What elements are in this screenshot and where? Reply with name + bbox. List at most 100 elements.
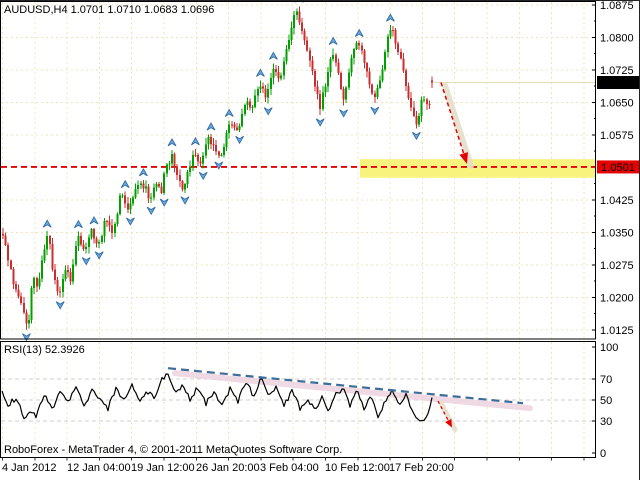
candle-body bbox=[51, 244, 53, 270]
candle-body bbox=[301, 22, 303, 31]
candle-body bbox=[200, 161, 202, 163]
fractal-down-icon bbox=[236, 136, 244, 143]
time-axis-label: 4 Jan 2012 bbox=[2, 462, 56, 474]
candle-body bbox=[174, 154, 176, 167]
candle-body bbox=[25, 313, 27, 324]
candle-body bbox=[148, 186, 150, 198]
candle-body bbox=[350, 58, 352, 72]
candle-body bbox=[171, 154, 173, 163]
fractal-up-icon bbox=[207, 123, 215, 130]
candle-body bbox=[340, 73, 342, 89]
candle-body bbox=[249, 102, 251, 108]
fractal-up-icon bbox=[386, 14, 394, 21]
chart-canvas: 1.08751.08001.07251.06501.05751.04251.03… bbox=[0, 1, 640, 480]
time-axis-label: 26 Jan 20:00 bbox=[196, 462, 260, 474]
fractal-up-icon bbox=[256, 69, 264, 76]
time-axis-label: 19 Jan 12:00 bbox=[131, 462, 195, 474]
candle-body bbox=[119, 196, 121, 215]
candle-body bbox=[319, 94, 321, 109]
candle-body bbox=[265, 88, 267, 97]
candle-body bbox=[23, 303, 25, 313]
candle-body bbox=[423, 100, 425, 101]
candle-body bbox=[304, 31, 306, 41]
candle-body bbox=[168, 163, 170, 164]
candle-body bbox=[145, 186, 147, 188]
candle-body bbox=[402, 58, 404, 70]
candle-body bbox=[387, 37, 389, 53]
candle-body bbox=[20, 296, 22, 302]
candle-body bbox=[15, 284, 17, 290]
candle-body bbox=[88, 237, 90, 247]
candle-body bbox=[298, 12, 300, 23]
candle-body bbox=[197, 155, 199, 161]
candle-body bbox=[187, 172, 189, 184]
candle-body bbox=[236, 127, 238, 129]
candle-body bbox=[213, 144, 215, 145]
candle-body bbox=[410, 98, 412, 108]
fractal-up-icon bbox=[225, 110, 233, 117]
fractal-up-icon bbox=[329, 38, 337, 45]
candle-body bbox=[382, 69, 384, 80]
candle-body bbox=[259, 87, 261, 89]
candle-body bbox=[215, 145, 217, 152]
fractal-up-icon bbox=[168, 139, 176, 146]
fractal-down-icon bbox=[126, 218, 134, 225]
candle-body bbox=[137, 185, 139, 189]
candle-body bbox=[163, 174, 165, 193]
candle-body bbox=[369, 72, 371, 85]
time-axis: 4 Jan 201212 Jan 04:0019 Jan 12:0026 Jan… bbox=[2, 458, 584, 475]
candle-body bbox=[179, 175, 181, 181]
candle-body bbox=[202, 155, 204, 163]
time-axis-label: 3 Feb 04:00 bbox=[260, 462, 319, 474]
mt4-chart-window: 1.08751.08001.07251.06501.05751.04251.03… bbox=[0, 0, 640, 480]
candle-body bbox=[431, 80, 433, 82]
price-axis-label: 1.0725 bbox=[600, 65, 634, 77]
candle-body bbox=[67, 270, 69, 272]
candle-body bbox=[322, 92, 324, 109]
rsi-axis-label: 0 bbox=[600, 448, 606, 460]
candle-body bbox=[361, 46, 363, 51]
target-zone-band bbox=[360, 159, 596, 178]
candle-body bbox=[389, 30, 391, 36]
candle-body bbox=[124, 195, 126, 203]
candle-body bbox=[317, 86, 319, 94]
candle-body bbox=[101, 236, 103, 242]
grid-lines bbox=[1, 2, 595, 457]
candle-body bbox=[345, 87, 347, 99]
candle-body bbox=[262, 87, 264, 89]
candle-body bbox=[106, 221, 108, 222]
candle-body bbox=[228, 125, 230, 133]
candle-body bbox=[231, 125, 233, 126]
price-axis-label: 1.0425 bbox=[600, 195, 634, 207]
candle-body bbox=[226, 133, 228, 147]
candle-body bbox=[397, 44, 399, 52]
candle-body bbox=[83, 244, 85, 248]
candle-body bbox=[210, 137, 212, 144]
candle-body bbox=[103, 221, 105, 236]
fractal-down-icon bbox=[160, 199, 168, 206]
price-axis-label: 1.0650 bbox=[600, 97, 634, 109]
candle-body bbox=[415, 116, 417, 125]
target-price-badge-label: 1.0501 bbox=[601, 162, 635, 174]
candle-body bbox=[116, 214, 118, 224]
candle-body bbox=[64, 270, 66, 279]
candle-body bbox=[96, 239, 98, 244]
candle-body bbox=[223, 147, 225, 155]
candle-body bbox=[176, 166, 178, 174]
candle-body bbox=[140, 183, 142, 185]
candle-body bbox=[233, 125, 235, 128]
candle-body bbox=[181, 181, 183, 189]
fractal-up-icon bbox=[90, 217, 98, 224]
candle-body bbox=[127, 203, 129, 209]
candle-body bbox=[18, 290, 20, 297]
candle-body bbox=[44, 249, 46, 260]
fractal-up-icon bbox=[139, 169, 147, 176]
candle-body bbox=[36, 278, 38, 286]
candle-body bbox=[142, 183, 144, 188]
candle-body bbox=[348, 72, 350, 87]
candle-body bbox=[309, 50, 311, 60]
candle-body bbox=[418, 116, 420, 124]
price-axis-label: 1.0200 bbox=[600, 292, 634, 304]
candle-body bbox=[327, 72, 329, 86]
price-axis-label: 1.0800 bbox=[600, 32, 634, 44]
